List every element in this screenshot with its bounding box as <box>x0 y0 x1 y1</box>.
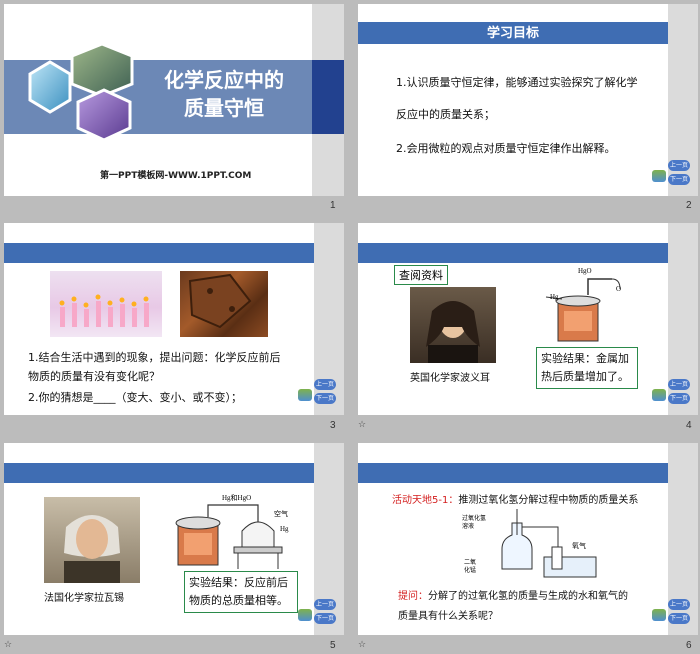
diagram-air-label: 空气 <box>274 510 288 518</box>
slide-3-header-bar <box>4 243 314 263</box>
prev-page-button[interactable]: 上一页 <box>668 379 690 390</box>
nav-icon <box>652 609 666 621</box>
activity-text: 推测过氧化氢分解过程中物质的质量关系 <box>458 495 639 506</box>
slide-2-line1: 1.认识质量守恒定律，能够通过实验探究了解化学 <box>396 76 638 89</box>
slide-6-question-line2: 质量具有什么关系呢？ <box>398 611 498 622</box>
hexagon-crystal-image <box>28 60 72 114</box>
mercury-heating-diagram <box>545 278 621 342</box>
next-page-button[interactable]: 下一页 <box>668 393 690 404</box>
slide-1-thumbnail[interactable]: 化学反应中的 质量守恒 第一PPT模板网-WWW.1PPT.COM <box>4 4 344 196</box>
slide-2-header: 学习目标 <box>358 22 668 44</box>
lavoisier-portrait <box>44 497 140 583</box>
h2o2-decomposition-diagram <box>501 509 597 578</box>
hexagon-mineral-image <box>76 88 132 142</box>
diagram-mno2-label: 二氧化锰 <box>464 559 477 574</box>
slide-5-thumbnail[interactable]: 法国化学家拉瓦锡 Hg和HgO 空气 Hg 实验结果：反应前后物质的总质量相等。… <box>4 443 344 635</box>
slide-5-number: 5 <box>330 640 336 651</box>
slide-2-thumbnail[interactable]: 学习目标 1.认识质量守恒定律，能够通过实验探究了解化学 反应中的质量关系； 2… <box>358 4 698 196</box>
slide-4-result-box: 实验结果：金属加热后质量增加了。 <box>536 347 638 389</box>
slide-4-header-bar <box>358 243 668 263</box>
next-page-button[interactable]: 下一页 <box>668 174 690 185</box>
prev-page-button[interactable]: 上一页 <box>314 379 336 390</box>
slide-2-line2: 反应中的质量关系； <box>396 108 495 121</box>
slide-1-title-accent <box>312 60 344 134</box>
slide-5-header-bar <box>4 463 314 483</box>
activity-label: 活动天地5-1： <box>392 495 459 506</box>
question-text1: 分解了的过氧化氢的质量与生成的水和氧气的 <box>428 591 628 602</box>
slide-3-line3: 2.你的猜想是____（变大、变小、或不变）； <box>28 391 242 404</box>
slide-5-caption: 法国化学家拉瓦锡 <box>44 593 124 604</box>
slide-6-activity-line: 活动天地5-1：推测过氧化氢分解过程中物质的质量关系 <box>392 491 638 506</box>
nav-icon <box>652 389 666 401</box>
slide-4-number: 4 <box>686 420 692 431</box>
diagram-o2-label: 氧气 <box>572 542 586 550</box>
nav-icon <box>652 170 666 182</box>
slide-4-thumbnail[interactable]: 查阅资料 英国化学家波义耳 HgO Hg O 实验结果：金属加热后质量增加了。 … <box>358 223 698 415</box>
slide-3-number: 3 <box>330 420 336 431</box>
slide-3-line1: 1.结合生活中遇到的现象，提出问题：化学反应前后 <box>28 351 281 364</box>
rusty-metal-image <box>180 271 268 337</box>
lavoisier-apparatus-diagram <box>175 504 283 569</box>
birthday-candles-image <box>50 271 162 337</box>
slide-1-footer-text: 第一PPT模板网-WWW.1PPT.COM <box>100 171 252 181</box>
slide-6-header-bar <box>358 463 668 483</box>
slide-2-number: 2 <box>686 200 692 211</box>
slide-6-number: 6 <box>686 640 692 651</box>
diagram-hgo-label: HgO <box>578 267 592 275</box>
slide-3-thumbnail[interactable]: 1.结合生活中遇到的现象，提出问题：化学反应前后 物质的质量有没有变化呢？ 2.… <box>4 223 344 415</box>
slide-2-line3: 2.会用微粒的观点对质量守恒定律作出解释。 <box>396 142 616 155</box>
diagram-hg-label: Hg <box>550 293 559 301</box>
slide-6-thumbnail[interactable]: 活动天地5-1：推测过氧化氢分解过程中物质的质量关系 过氧化氢溶液 二氧化锰 氧… <box>358 443 698 635</box>
diagram-hg-label: Hg <box>280 525 289 533</box>
slide-1-title-line2: 质量守恒 <box>184 96 264 120</box>
slide-1-hexagon-images <box>28 44 134 142</box>
slide-6-question-line1: 提问：分解了的过氧化氢的质量与生成的水和氧气的 <box>398 587 628 602</box>
slide-5-star-icon: ☆ <box>4 640 13 650</box>
slide-4-reference-label: 查阅资料 <box>394 265 448 285</box>
next-page-button[interactable]: 下一页 <box>314 393 336 404</box>
slide-5-result-box: 实验结果：反应前后物质的总质量相等。 <box>184 571 298 613</box>
hexagon-cells-image <box>70 44 134 98</box>
diagram-hg-hgo-label: Hg和HgO <box>222 494 252 502</box>
next-page-button[interactable]: 下一页 <box>668 613 690 624</box>
boyle-portrait <box>410 287 496 363</box>
nav-icon <box>298 389 312 401</box>
prev-page-button[interactable]: 上一页 <box>314 599 336 610</box>
prev-page-button[interactable]: 上一页 <box>668 160 690 171</box>
slide-3-line2: 物质的质量有没有变化呢？ <box>28 370 160 383</box>
next-page-button[interactable]: 下一页 <box>314 613 336 624</box>
nav-icon <box>298 609 312 621</box>
slide-6-star-icon: ☆ <box>358 640 367 650</box>
question-label: 提问： <box>398 591 428 602</box>
slide-4-caption: 英国化学家波义耳 <box>410 373 490 384</box>
slide-4-star-icon: ☆ <box>358 420 367 430</box>
slide-1-title-line1: 化学反应中的 <box>164 68 284 92</box>
diagram-o-label: O <box>616 285 622 293</box>
diagram-h2o2-label: 过氧化氢溶液 <box>462 515 487 530</box>
prev-page-button[interactable]: 上一页 <box>668 599 690 610</box>
slide-1-number: 1 <box>330 200 336 211</box>
